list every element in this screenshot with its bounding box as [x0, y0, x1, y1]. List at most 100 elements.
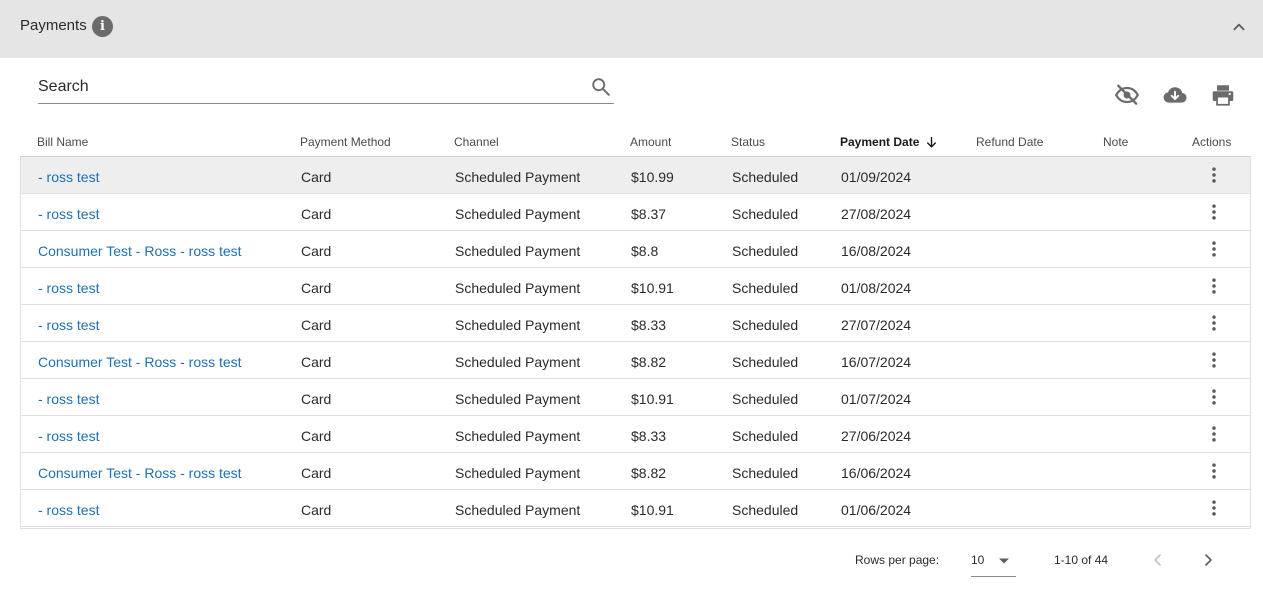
cell-amount: $10.91 — [631, 280, 674, 296]
cell-status: Scheduled — [732, 391, 799, 407]
column-header-status[interactable]: Status — [731, 135, 765, 149]
pagination: Rows per page: 10 1-10 of 44 — [0, 540, 1263, 580]
cell-payment-date: 01/07/2024 — [841, 391, 912, 407]
cell-bill-name[interactable]: - ross test — [38, 206, 99, 222]
more-vertical-icon[interactable] — [1204, 387, 1224, 407]
cell-amount: $8.33 — [631, 428, 667, 444]
cell-payment-method: Card — [301, 391, 332, 407]
chevron-left-icon[interactable] — [1148, 550, 1168, 570]
cell-amount: $10.91 — [631, 391, 674, 407]
table-row[interactable]: - ross test Card Scheduled Payment $8.37 Sch… — [21, 194, 1250, 231]
search-icon[interactable] — [590, 76, 612, 98]
table-row[interactable]: - ross test Card Scheduled Payment $10.99 Sc… — [21, 157, 1250, 194]
cell-amount: $8.82 — [631, 354, 667, 370]
cell-channel: Scheduled Payment — [455, 428, 581, 444]
cell-amount: $10.99 — [631, 169, 674, 185]
cell-amount: $8.37 — [631, 206, 667, 222]
cell-channel: Scheduled Payment — [455, 317, 581, 333]
cell-payment-date: 27/08/2024 — [841, 206, 912, 222]
cell-bill-name[interactable]: - ross test — [38, 317, 99, 333]
cell-channel: Scheduled Payment — [455, 391, 581, 407]
cell-payment-method: Card — [301, 280, 332, 296]
cell-amount: $8.33 — [631, 317, 667, 333]
cell-status: Scheduled — [732, 465, 799, 481]
cell-bill-name[interactable]: Consumer Test - Ross - ross test — [38, 465, 242, 481]
table-row[interactable]: Consumer Test - Ross - ross test Card Sche… — [21, 231, 1250, 268]
info-icon[interactable]: i — [92, 16, 113, 37]
caret-down-icon — [999, 558, 1009, 564]
cell-payment-method: Card — [301, 428, 332, 444]
rows-per-page-select[interactable]: 10 — [971, 545, 1016, 577]
table-body: - ross test Card Scheduled Payment $10.99 Sc… — [20, 156, 1251, 529]
table-row[interactable]: - ross test Card Scheduled Payment $10.91 Sc… — [21, 268, 1250, 305]
column-header-note[interactable]: Note — [1103, 135, 1128, 149]
cell-payment-date: 27/07/2024 — [841, 317, 912, 333]
cell-payment-method: Card — [301, 465, 332, 481]
cell-bill-name[interactable]: - ross test — [38, 280, 99, 296]
cell-status: Scheduled — [732, 206, 799, 222]
cell-payment-method: Card — [301, 206, 332, 222]
search-field — [38, 72, 614, 104]
cell-payment-method: Card — [301, 169, 332, 185]
cell-payment-date: 01/06/2024 — [841, 502, 912, 518]
chevron-up-icon[interactable] — [1228, 16, 1250, 38]
more-vertical-icon[interactable] — [1204, 350, 1224, 370]
table-row[interactable]: - ross test Card Scheduled Payment $8.33 Sch… — [21, 416, 1250, 453]
panel-title: Payments — [20, 17, 87, 34]
visibility-off-icon[interactable] — [1114, 82, 1140, 108]
search-input[interactable] — [38, 72, 578, 102]
more-vertical-icon[interactable] — [1204, 461, 1224, 481]
table-header: Bill Name Payment Method Channel Amount … — [20, 128, 1251, 156]
column-header-bill-name[interactable]: Bill Name — [37, 135, 88, 149]
cell-payment-date: 16/06/2024 — [841, 465, 912, 481]
more-vertical-icon[interactable] — [1204, 239, 1224, 259]
panel-header: Payments i — [0, 0, 1263, 58]
more-vertical-icon[interactable] — [1204, 313, 1224, 333]
column-header-payment-method[interactable]: Payment Method — [300, 135, 391, 149]
page-range: 1-10 of 44 — [1054, 553, 1109, 567]
column-header-actions: Actions — [1192, 135, 1232, 149]
cell-bill-name[interactable]: - ross test — [38, 169, 99, 185]
payments-table: Bill Name Payment Method Channel Amount … — [20, 128, 1251, 529]
cell-payment-date: 16/07/2024 — [841, 354, 912, 370]
cloud-download-icon[interactable] — [1162, 82, 1188, 108]
cell-amount: $8.8 — [631, 243, 659, 259]
chevron-right-icon[interactable] — [1198, 550, 1218, 570]
cell-payment-method: Card — [301, 502, 332, 518]
more-vertical-icon[interactable] — [1204, 165, 1224, 185]
column-header-channel[interactable]: Channel — [454, 135, 499, 149]
cell-bill-name[interactable]: - ross test — [38, 502, 99, 518]
more-vertical-icon[interactable] — [1204, 424, 1224, 444]
table-row[interactable]: - ross test Card Scheduled Payment $10.91 Sc… — [21, 379, 1250, 416]
cell-payment-method: Card — [301, 317, 332, 333]
cell-status: Scheduled — [732, 428, 799, 444]
cell-channel: Scheduled Payment — [455, 169, 581, 185]
cell-bill-name[interactable]: Consumer Test - Ross - ross test — [38, 354, 242, 370]
table-row[interactable]: - ross test Card Scheduled Payment $10.91 Sc… — [21, 490, 1250, 527]
cell-channel: Scheduled Payment — [455, 465, 581, 481]
cell-status: Scheduled — [732, 243, 799, 259]
column-header-payment-date-label: Payment Date — [840, 135, 920, 149]
table-row[interactable]: Consumer Test - Ross - ross test Card Sche… — [21, 342, 1250, 379]
table-row[interactable]: Consumer Test - Ross - ross test Card Sche… — [21, 453, 1250, 490]
cell-status: Scheduled — [732, 280, 799, 296]
column-header-amount[interactable]: Amount — [630, 135, 671, 149]
cell-bill-name[interactable]: - ross test — [38, 391, 99, 407]
cell-amount: $10.91 — [631, 502, 674, 518]
more-vertical-icon[interactable] — [1204, 202, 1224, 222]
more-vertical-icon[interactable] — [1204, 276, 1224, 296]
cell-bill-name[interactable]: Consumer Test - Ross - ross test — [38, 243, 242, 259]
column-header-refund-date[interactable]: Refund Date — [976, 135, 1043, 149]
cell-payment-date: 01/08/2024 — [841, 280, 912, 296]
cell-payment-date: 27/06/2024 — [841, 428, 912, 444]
table-row[interactable]: - ross test Card Scheduled Payment $8.33 Sch… — [21, 305, 1250, 342]
more-vertical-icon[interactable] — [1204, 498, 1224, 518]
cell-status: Scheduled — [732, 169, 799, 185]
column-header-payment-date[interactable]: Payment Date — [840, 135, 938, 149]
cell-channel: Scheduled Payment — [455, 280, 581, 296]
print-icon[interactable] — [1210, 82, 1236, 108]
rows-per-page-label: Rows per page: — [855, 553, 940, 567]
cell-bill-name[interactable]: - ross test — [38, 428, 99, 444]
cell-payment-method: Card — [301, 243, 332, 259]
cell-payment-method: Card — [301, 354, 332, 370]
